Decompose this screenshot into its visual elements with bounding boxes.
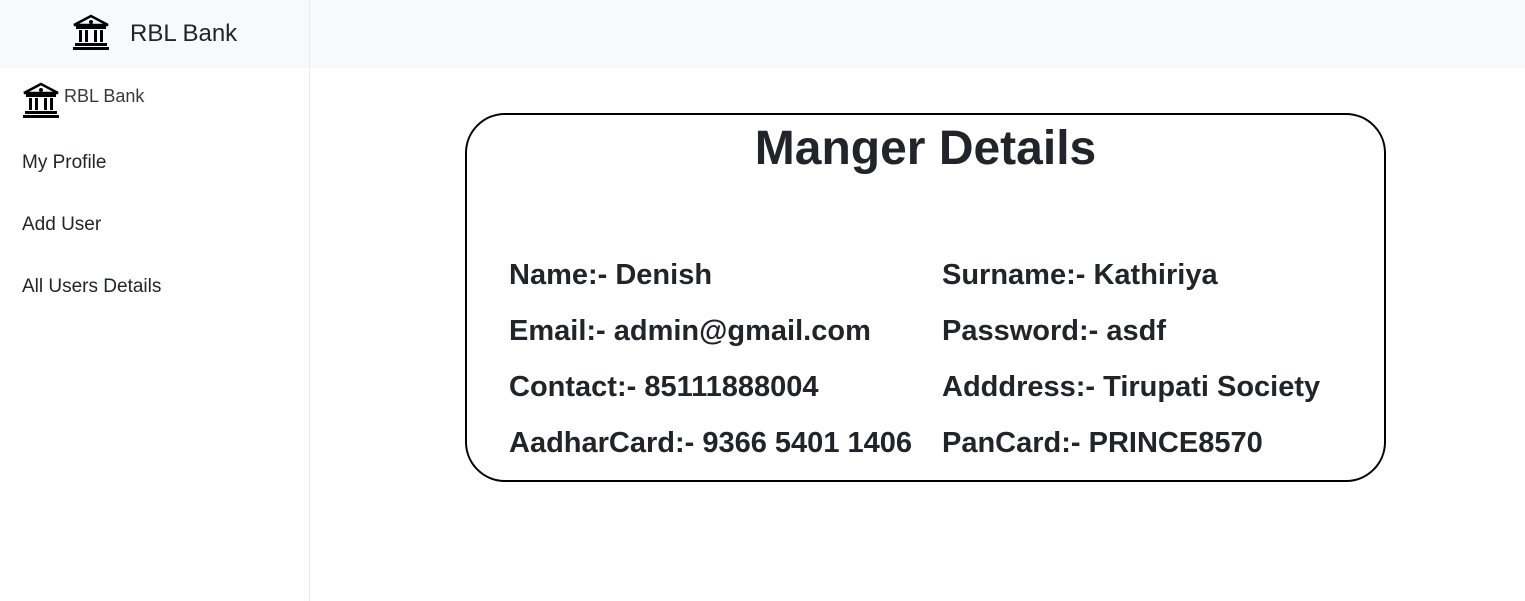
top-bar: [310, 0, 1525, 68]
aadhar-field: AadharCard:- 9366 5401 1406: [509, 427, 913, 459]
sidebar-item-all-users-details[interactable]: All Users Details: [0, 256, 309, 318]
card-title: Manger Details: [754, 122, 1097, 175]
sidebar-item-add-user[interactable]: Add User: [0, 194, 309, 256]
surname-field: Surname:- Kathiriya: [942, 259, 1218, 291]
name-field: Name:- Denish: [509, 259, 713, 291]
manager-details-card: Manger Details Name:- Denish Surname:- K…: [465, 113, 1386, 482]
password-field: Password:- asdf: [942, 315, 1166, 347]
sidebar-item-my-profile[interactable]: My Profile: [0, 132, 309, 194]
sidebar-brand-label: RBL Bank: [64, 86, 145, 106]
bank-icon: [72, 14, 110, 55]
sidebar-header[interactable]: RBL Bank: [0, 0, 309, 68]
address-field: Adddress:- Tirupati Society: [942, 371, 1321, 403]
pan-field: PanCard:- PRINCE8570: [942, 427, 1263, 459]
contact-field: Contact:- 85111888004: [509, 371, 819, 403]
sidebar-brand[interactable]: RBL Bank: [0, 82, 309, 132]
sidebar: RBL Bank RBL Bank My Profile Add User Al…: [0, 0, 310, 601]
sidebar-title: RBL Bank: [130, 20, 238, 47]
bank-icon: [22, 82, 60, 123]
email-field: Email:- admin@gmail.com: [509, 315, 871, 347]
